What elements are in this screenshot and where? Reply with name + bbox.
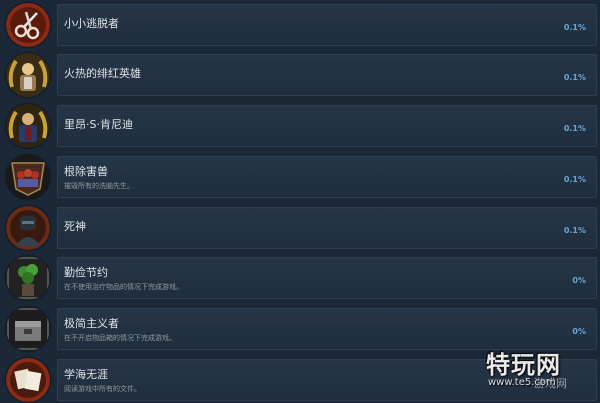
achievement-title: 极简主义者 xyxy=(64,317,119,330)
soldier-icon xyxy=(6,206,50,250)
achievement-panel: 勤俭节约 在不使用治疗物品的情况下完成游戏。 0% xyxy=(57,257,597,299)
achievement-percent: 0% xyxy=(572,276,586,285)
achievement-title: 死神 xyxy=(64,220,86,233)
achievement-title: 勤俭节约 xyxy=(64,266,108,279)
shield-figures-icon xyxy=(6,155,50,199)
herb-icon xyxy=(6,256,50,300)
achievement-description: 在不使用治疗物品的情况下完成游戏。 xyxy=(64,283,183,291)
achievement-row[interactable]: 勤俭节约 在不使用治疗物品的情况下完成游戏。 0% xyxy=(4,255,597,301)
achievement-title: 火热的绯红英雄 xyxy=(64,67,141,80)
achievement-percent: 0.1% xyxy=(563,175,586,184)
achievement-panel: 极简主义者 在不开启物品箱的情况下完成游戏。 0% xyxy=(57,308,597,350)
achievement-description: 阅读游戏中所有的文件。 xyxy=(64,385,141,393)
watermark-url: www.te5.com xyxy=(488,377,556,388)
achievement-panel: 根除害兽 摧毁所有的洗脑先生。 0.1% xyxy=(57,156,597,198)
achievement-panel: 火热的绯红英雄 0.1% xyxy=(57,54,597,96)
achievement-row[interactable]: 小小逃脱者 0.1% xyxy=(4,2,597,48)
watermark: 特玩网 游戏网 www.te5.com xyxy=(486,345,598,397)
achievement-row[interactable]: 里昂·S·肯尼迪 0.1% xyxy=(4,103,597,149)
achievement-panel: 里昂·S·肯尼迪 0.1% xyxy=(57,105,597,147)
achievement-percent: 0.1% xyxy=(563,226,586,235)
achievement-percent: 0.1% xyxy=(563,23,586,32)
achievement-title: 里昂·S·肯尼迪 xyxy=(64,118,133,131)
item-box-icon xyxy=(6,307,50,351)
achievement-title: 根除害兽 xyxy=(64,165,108,178)
leon-laurel-icon xyxy=(6,104,50,148)
achievement-row[interactable]: 根除害兽 摧毁所有的洗脑先生。 0.1% xyxy=(4,154,597,200)
achievement-percent: 0.1% xyxy=(563,124,586,133)
achievement-title: 小小逃脱者 xyxy=(64,17,119,30)
achievement-description: 摧毁所有的洗脑先生。 xyxy=(64,182,134,190)
achievement-percent: 0.1% xyxy=(563,73,586,82)
hero-laurel-icon xyxy=(6,53,50,97)
achievement-row[interactable]: 死神 0.1% xyxy=(4,205,597,251)
scissors-icon xyxy=(6,3,50,47)
achievement-row[interactable]: 火热的绯红英雄 0.1% xyxy=(4,52,597,98)
achievement-panel: 小小逃脱者 0.1% xyxy=(57,4,597,46)
documents-icon xyxy=(6,358,50,402)
achievement-percent: 0% xyxy=(572,327,586,336)
achievement-panel: 死神 0.1% xyxy=(57,207,597,249)
achievement-title: 学海无涯 xyxy=(64,368,108,381)
achievement-description: 在不开启物品箱的情况下完成游戏。 xyxy=(64,334,176,342)
